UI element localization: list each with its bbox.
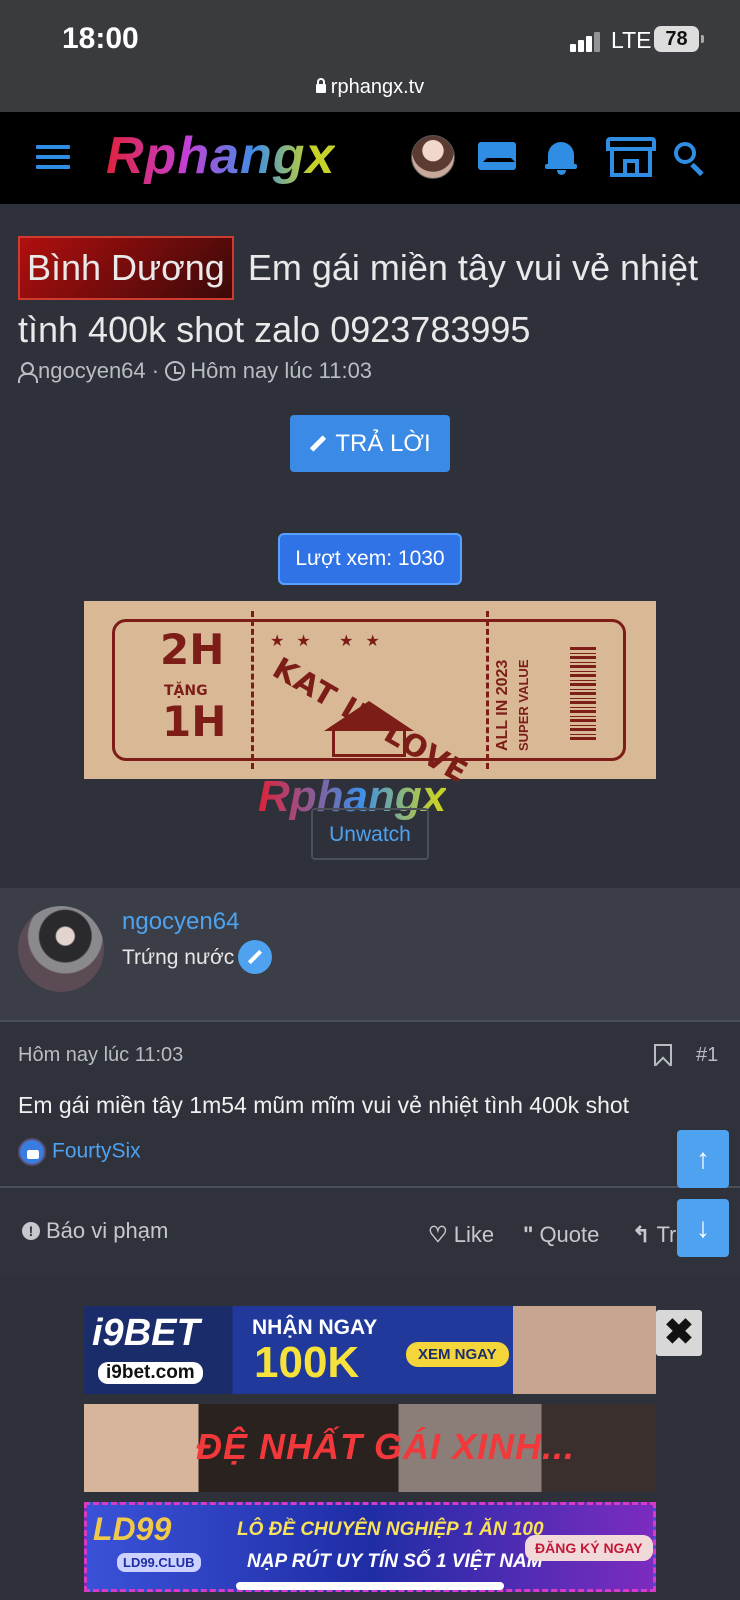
view-count: Lượt xem: 1030 <box>278 533 462 585</box>
signal-icon <box>570 30 602 52</box>
status-time: 18:00 <box>62 22 139 55</box>
thread-author[interactable]: ngocyen64 <box>38 358 146 383</box>
thread-prefix[interactable]: Bình Dương <box>18 236 234 300</box>
reply-post-button[interactable]: ↰ Tr <box>632 1222 676 1248</box>
promo-banner[interactable]: 2H TẶNG 1H ★★ ★★ KAT IN LOVE ALL IN 2023… <box>84 601 656 791</box>
thread-title: Bình Dương Em gái miền tây vui vẻ nhiệt … <box>18 236 718 359</box>
like-button[interactable]: ♡ Like <box>428 1222 494 1248</box>
site-header: Rphangx <box>0 112 740 204</box>
ad-cta-button[interactable]: ĐĂNG KÝ NGAY <box>525 1535 653 1561</box>
menu-icon[interactable] <box>36 145 70 171</box>
thumbs-up-icon: ♡ <box>428 1222 448 1247</box>
post-username[interactable]: ngocyen64 <box>122 908 239 936</box>
verified-badge-icon <box>238 940 272 974</box>
warning-icon: ! <box>22 1222 40 1240</box>
quote-icon: " <box>523 1222 534 1247</box>
banner-text-2h: 2H <box>160 625 225 674</box>
post-number[interactable]: #1 <box>696 1044 718 1067</box>
report-button[interactable]: ! Báo vi phạm <box>22 1218 168 1244</box>
user-avatar[interactable] <box>411 135 455 179</box>
bell-icon[interactable] <box>545 138 577 175</box>
divider <box>0 1186 740 1188</box>
ad-banner-ld99[interactable]: LD99 LD99.CLUB LÔ ĐỀ CHUYÊN NGHIỆP 1 ĂN … <box>84 1502 656 1592</box>
ad-banner-gai-xinh[interactable]: ĐỆ NHẤT GÁI XINH... <box>84 1404 656 1492</box>
thread-meta: ngocyen64 · Hôm nay lúc 11:03 <box>18 358 372 384</box>
battery-icon: 78 <box>654 26 704 52</box>
reply-button[interactable]: TRẢ LỜI <box>290 415 450 472</box>
post-user-block: ngocyen64 Trứng nước <box>0 888 740 1022</box>
avatar[interactable] <box>18 906 104 992</box>
reaction-user[interactable]: FourtySix <box>52 1140 141 1163</box>
reply-button-label: TRẢ LỜI <box>335 430 431 457</box>
home-indicator[interactable] <box>236 1582 504 1590</box>
store-icon[interactable] <box>606 137 656 177</box>
scroll-to-bottom-button[interactable]: ↓ <box>677 1199 729 1257</box>
site-logo[interactable]: Rphangx <box>106 126 335 186</box>
reply-arrow-icon: ↰ <box>632 1222 651 1247</box>
post-date[interactable]: Hôm nay lúc 11:03 <box>18 1044 183 1067</box>
user-icon <box>18 362 38 383</box>
pencil-icon <box>310 435 327 452</box>
address-bar[interactable]: rphangx.tv <box>0 76 740 99</box>
url-text: rphangx.tv <box>330 76 425 98</box>
post-body: Hôm nay lúc 11:03 #1 Em gái miền tây 1m5… <box>0 1022 740 1276</box>
banner-text-super-value: SUPER VALUE <box>516 659 531 752</box>
banner-text-1h: 1H <box>162 697 227 746</box>
ad-cta-button[interactable]: XEM NGAY <box>406 1342 509 1367</box>
search-icon[interactable] <box>674 142 706 177</box>
user-title: Trứng nước <box>122 946 235 969</box>
arrow-up-icon: ↑ <box>696 1143 710 1174</box>
lock-icon <box>315 78 326 93</box>
thread-time[interactable]: Hôm nay lúc 11:03 <box>190 358 372 383</box>
banner-text-all-in-2023: ALL IN 2023 <box>494 659 511 751</box>
ad-banner-i9bet[interactable]: i9BET i9bet.com NHẬN NGAY 100K XEM NGAY <box>84 1306 656 1394</box>
bookmark-icon[interactable] <box>654 1044 672 1066</box>
report-label: Báo vi phạm <box>46 1218 169 1243</box>
status-bar: 18:00 LTE 78 rphangx.tv <box>0 0 740 112</box>
quote-button[interactable]: " Quote <box>523 1222 599 1248</box>
barcode-icon <box>570 647 596 741</box>
network-type: LTE <box>611 27 652 53</box>
scroll-to-top-button[interactable]: ↑ <box>677 1130 729 1188</box>
reaction-bar[interactable]: FourtySix <box>18 1138 141 1166</box>
star-icons: ★★ ★★ <box>270 633 392 650</box>
clock-icon <box>165 361 186 381</box>
like-reaction-icon <box>18 1138 46 1166</box>
meta-separator: · <box>151 358 160 383</box>
unwatch-button[interactable]: Unwatch <box>311 808 429 860</box>
arrow-down-icon: ↓ <box>696 1212 710 1243</box>
tent-icon <box>324 701 414 757</box>
close-ad-icon[interactable]: ✖ <box>656 1310 702 1356</box>
post-text: Em gái miền tây 1m54 mũm mĩm vui vẻ nhiệ… <box>18 1092 630 1118</box>
mail-icon[interactable] <box>478 142 516 170</box>
